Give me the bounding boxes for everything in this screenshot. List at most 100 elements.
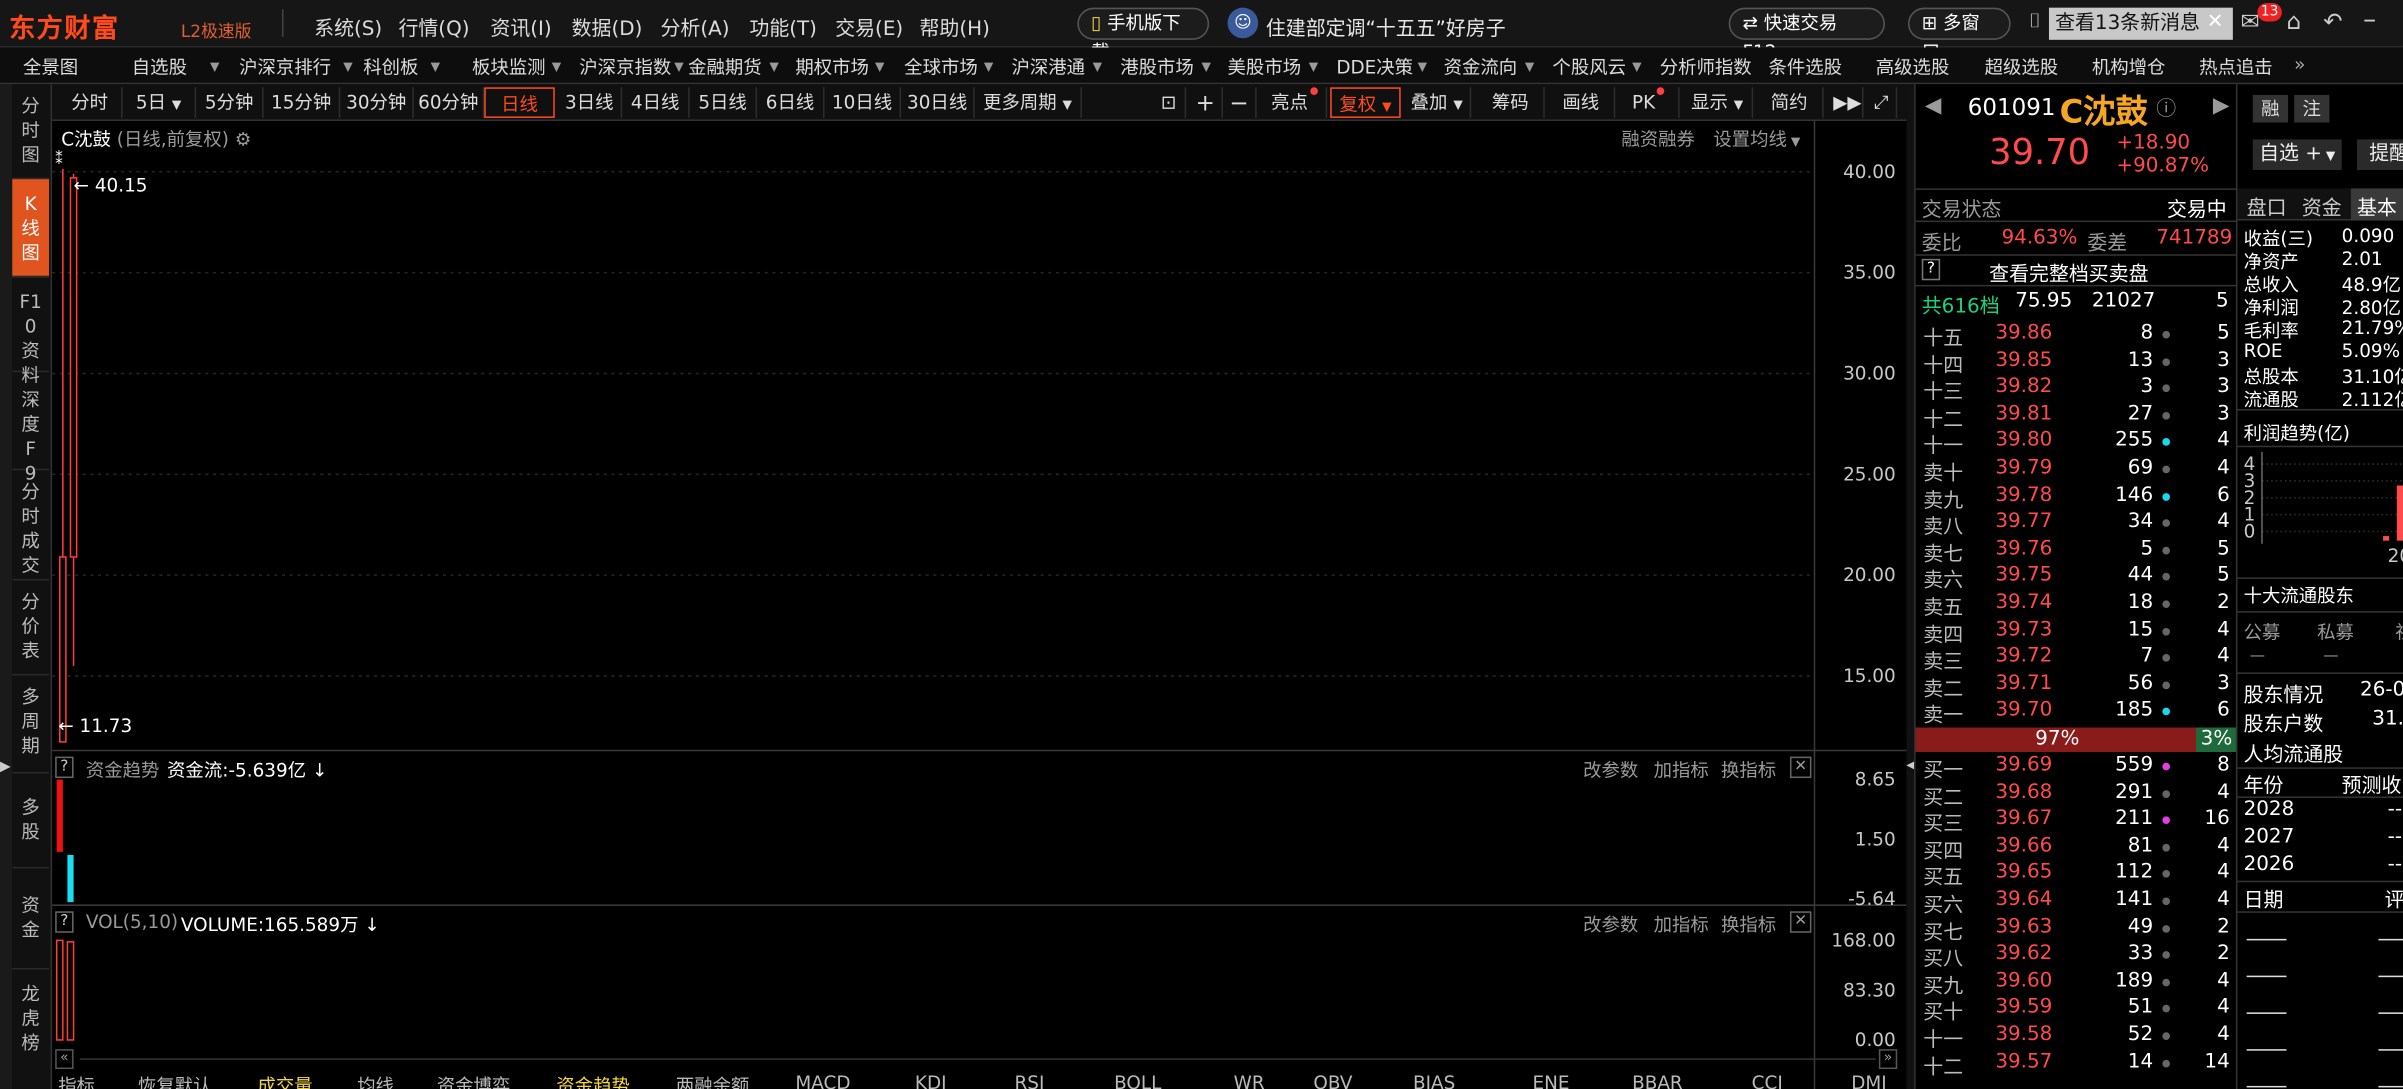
holder-col-private[interactable]: 私募 bbox=[2317, 619, 2354, 645]
indicator-tab[interactable]: 指标 bbox=[58, 1072, 95, 1089]
pk-button[interactable]: PK bbox=[1618, 87, 1680, 118]
assistant-avatar-icon[interactable]: ☺ bbox=[1227, 7, 1259, 39]
sidebar-item-depth[interactable]: 深度F9 bbox=[12, 372, 50, 484]
bid-row[interactable]: 买六 39.64 141 4 bbox=[1916, 888, 2238, 917]
quick-trade-button[interactable]: ⇄ 快速交易 F12 bbox=[1728, 7, 1885, 63]
period-4day[interactable]: 4日线 bbox=[622, 87, 690, 118]
sidebar-item-funds[interactable]: 资金 bbox=[12, 868, 50, 970]
horizontal-scrollbar[interactable] bbox=[79, 1058, 1876, 1060]
indicator-tab[interactable]: OBV bbox=[1313, 1072, 1352, 1089]
bid-row[interactable]: 买九 39.60 189 4 bbox=[1916, 969, 2238, 998]
help-icon[interactable]: ? bbox=[55, 911, 74, 933]
add-indicator-button[interactable]: 加指标 bbox=[1654, 911, 1709, 937]
sidebar-item-dragon-tiger[interactable]: 龙虎榜 bbox=[12, 970, 49, 1089]
nav-item-advanced[interactable]: 高级选股 bbox=[1876, 54, 1950, 80]
indicator-tab[interactable]: BOLL bbox=[1114, 1072, 1161, 1089]
menu-quote[interactable]: 行情(Q) bbox=[398, 12, 469, 41]
scroll-right-icon[interactable]: » bbox=[1878, 1049, 1898, 1070]
menu-help[interactable]: 帮助(H) bbox=[920, 12, 990, 41]
period-30min[interactable]: 30分钟 bbox=[340, 87, 414, 118]
nav-item-futures[interactable]: 金融期货 bbox=[688, 54, 762, 80]
period-daily[interactable]: 日线 bbox=[484, 87, 555, 118]
draw-line-button[interactable]: 画线 bbox=[1548, 87, 1616, 118]
ask-row[interactable]: 卖十 39.79 69 4 bbox=[1916, 456, 2238, 485]
tab-funds[interactable]: 资金 bbox=[2302, 191, 2342, 221]
bid-row[interactable]: 十一 39.58 52 4 bbox=[1916, 1023, 2238, 1052]
next-stock-icon[interactable]: ▶ bbox=[2213, 93, 2230, 118]
period-15min[interactable]: 15分钟 bbox=[264, 87, 341, 118]
zoom-out-icon[interactable]: − bbox=[1223, 87, 1257, 118]
bid-row[interactable]: 十二 39.57 14 14 bbox=[1916, 1050, 2238, 1079]
indicator-tab[interactable]: 两融余额 bbox=[676, 1072, 750, 1089]
margin-badge[interactable]: 融 bbox=[2252, 94, 2289, 123]
scroll-left-icon[interactable]: « bbox=[55, 1049, 74, 1070]
holder-col-public[interactable]: 公募 bbox=[2244, 619, 2281, 645]
nav-item-index[interactable]: 沪深京指数 bbox=[579, 54, 671, 80]
nav-item-watchlist[interactable]: 自选股 bbox=[132, 54, 187, 80]
prev-stock-icon[interactable]: ◀ bbox=[1925, 93, 1942, 118]
period-timeshare[interactable]: 分时 bbox=[58, 87, 123, 118]
home-icon[interactable]: ⌂ bbox=[2286, 8, 2301, 36]
ask-row[interactable]: 十三 39.82 3 3 bbox=[1916, 376, 2238, 405]
nav-item-overview[interactable]: 全景图 bbox=[23, 54, 78, 80]
sidebar-item-price-table[interactable]: 分价表 bbox=[12, 580, 50, 676]
ask-row[interactable]: 十四 39.85 13 3 bbox=[1916, 349, 2238, 378]
nav-item-ranking[interactable]: 沪深京排行 bbox=[239, 54, 331, 80]
close-panel-icon[interactable]: ✕ bbox=[1789, 911, 1812, 933]
bid-row[interactable]: 买八 39.62 33 2 bbox=[1916, 942, 2238, 971]
ask-row[interactable]: 卖五 39.74 18 2 bbox=[1916, 591, 2238, 620]
nav-item-hotspot[interactable]: 热点追击 bbox=[2199, 54, 2273, 80]
nav-item-connect[interactable]: 沪深港通 bbox=[1011, 54, 1085, 80]
indicator-tab[interactable]: RSI bbox=[1015, 1072, 1045, 1089]
play-icon[interactable]: ▶▶ bbox=[1833, 87, 1864, 118]
indicator-tab[interactable]: BBAR bbox=[1632, 1072, 1683, 1089]
menu-data[interactable]: 数据(D) bbox=[572, 12, 643, 41]
period-10day[interactable]: 10日线 bbox=[824, 87, 902, 118]
nav-more-icon[interactable]: » bbox=[2294, 54, 2305, 75]
indicator-tab[interactable]: CCI bbox=[1752, 1072, 1783, 1089]
menu-news[interactable]: 资讯(I) bbox=[490, 12, 551, 41]
indicator-tab[interactable]: 资金博弈 bbox=[437, 1072, 511, 1089]
ask-row[interactable]: 十一 39.80 255 4 bbox=[1916, 429, 2238, 458]
splitter[interactable]: ◀ bbox=[1906, 84, 1917, 1089]
ma-settings-link[interactable]: 设置均线 ▼ bbox=[1713, 126, 1800, 152]
full-orderbook-link[interactable]: 查看完整档买卖盘 bbox=[1989, 257, 2148, 286]
close-news-icon[interactable]: ✕ bbox=[2207, 11, 2224, 34]
holder-col-social[interactable]: 社 bbox=[2395, 619, 2403, 645]
nav-item-analyst[interactable]: 分析师指数 bbox=[1660, 54, 1752, 80]
ask-row[interactable]: 卖三 39.72 7 4 bbox=[1916, 645, 2238, 674]
indicator-tab[interactable]: MACD bbox=[795, 1072, 850, 1089]
indicator-tab[interactable]: KDJ bbox=[915, 1072, 947, 1089]
period-60min[interactable]: 60分钟 bbox=[414, 87, 485, 118]
period-5dayline[interactable]: 5日线 bbox=[690, 87, 758, 118]
close-panel-icon[interactable]: ✕ bbox=[1789, 756, 1812, 779]
nav-item-global[interactable]: 全球市场 bbox=[904, 54, 978, 80]
sidebar-item-trades[interactable]: 分时成交 bbox=[12, 470, 50, 581]
ask-row[interactable]: 卖九 39.78 146 6 bbox=[1916, 483, 2238, 512]
edit-params-button[interactable]: 改参数 bbox=[1583, 911, 1638, 937]
period-5min[interactable]: 5分钟 bbox=[196, 87, 264, 118]
sidebar-item-multi-stock[interactable]: 多股 bbox=[12, 773, 50, 869]
help-icon[interactable]: ? bbox=[1921, 258, 1941, 281]
period-30day[interactable]: 30日线 bbox=[901, 87, 975, 118]
nav-item-hk[interactable]: 港股市场 bbox=[1120, 54, 1194, 80]
kline-chart-area[interactable]: 40.00 35.00 30.00 25.00 20.00 15.00 8.65 1.50 -… bbox=[52, 120, 1907, 1089]
ask-row[interactable]: 卖七 39.76 5 5 bbox=[1916, 537, 2238, 566]
period-more[interactable]: 更多周期 ▼ bbox=[975, 87, 1082, 118]
fullscreen-icon[interactable]: ⤢ bbox=[1867, 87, 1898, 118]
scroll-left-icon[interactable]: ⌷ bbox=[2029, 11, 2041, 34]
indicator-tab[interactable]: 成交量 bbox=[257, 1072, 312, 1089]
period-5day[interactable]: 5日 ▼ bbox=[123, 87, 197, 118]
simple-button[interactable]: 简约 bbox=[1756, 87, 1824, 118]
nav-item-institution[interactable]: 机构增仓 bbox=[2092, 54, 2166, 80]
ask-row[interactable]: 卖二 39.71 56 3 bbox=[1916, 672, 2238, 701]
tab-basic[interactable]: 基本 bbox=[2350, 188, 2403, 221]
nav-item-condition[interactable]: 条件选股 bbox=[1769, 54, 1843, 80]
ask-row[interactable]: 卖四 39.73 15 4 bbox=[1916, 618, 2238, 647]
overlay-button[interactable]: 叠加 ▼ bbox=[1404, 87, 1472, 118]
tab-orderbook[interactable]: 盘口 bbox=[2247, 191, 2287, 221]
display-button[interactable]: 显示 ▼ bbox=[1683, 87, 1754, 118]
nav-item-sector[interactable]: 板块监测 bbox=[472, 54, 546, 80]
nav-item-stock-news[interactable]: 个股风云 bbox=[1552, 54, 1626, 80]
bid-row[interactable]: 买五 39.65 112 4 bbox=[1916, 861, 2238, 890]
